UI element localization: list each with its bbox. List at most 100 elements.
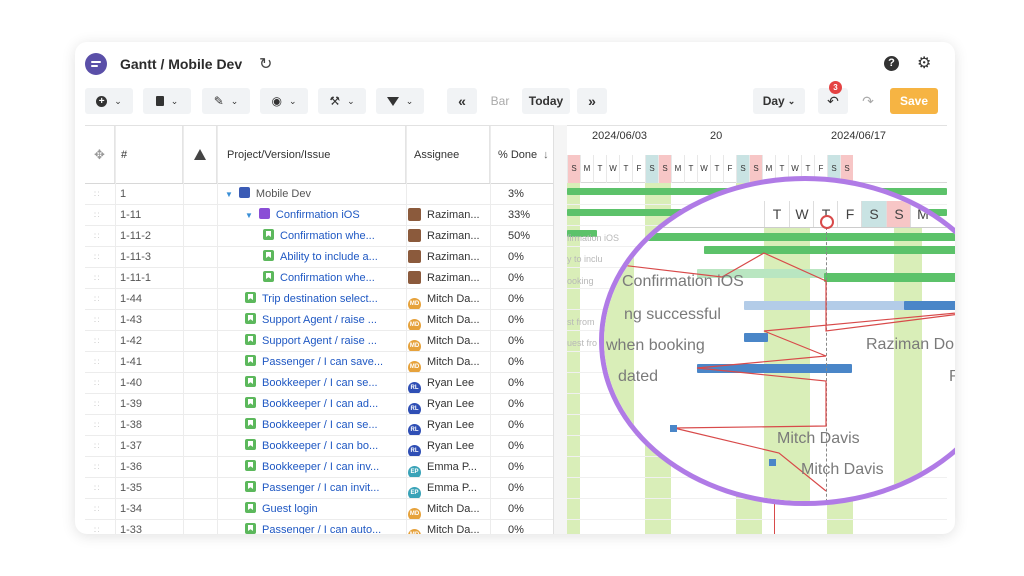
issue-cell[interactable]: Bookkeeper / I can se... — [245, 415, 405, 435]
issue-cell[interactable]: Passenger / I can auto... — [245, 520, 405, 534]
assignee-cell: RL Ryan Lee — [408, 436, 474, 456]
drag-handle-icon[interactable]: ∷ — [94, 499, 99, 519]
issue-cell[interactable]: ▼ Confirmation iOS — [245, 205, 405, 225]
move-column-header[interactable]: ✥ — [85, 126, 115, 183]
prev-button[interactable]: « — [447, 88, 477, 114]
story-icon — [245, 439, 256, 450]
help-icon[interactable]: ? — [884, 56, 899, 71]
drag-handle-icon[interactable]: ∷ — [94, 373, 99, 393]
day-header: T — [684, 155, 697, 183]
row-number: 1-11-3 — [120, 251, 151, 263]
avatar: MD — [408, 361, 421, 372]
issue-cell[interactable]: Passenger / I can invit... — [245, 478, 405, 498]
expand-caret-icon[interactable]: ▼ — [225, 185, 233, 204]
table-row[interactable]: ∷ 1-37 Bookkeeper / I can bo... RL Ryan Lee 0… — [85, 436, 553, 457]
save-button[interactable]: Save — [890, 88, 938, 114]
issue-cell[interactable]: Confirmation whe... — [263, 268, 405, 288]
issue-cell[interactable]: ▼ Mobile Dev — [225, 184, 405, 204]
assignee-cell: MD Mitch Da... — [408, 310, 480, 330]
filter-button[interactable]: ⌄ — [376, 88, 424, 114]
drag-handle-icon[interactable]: ∷ — [94, 268, 99, 288]
drag-handle-icon[interactable]: ∷ — [94, 478, 99, 498]
drag-handle-icon[interactable]: ∷ — [94, 184, 99, 204]
add-button[interactable]: + ⌄ — [85, 88, 133, 114]
redo-button[interactable]: ↷ — [855, 88, 881, 114]
drag-handle-icon[interactable]: ∷ — [94, 457, 99, 477]
issue-title: Bookkeeper / I can se... — [262, 377, 378, 389]
table-row[interactable]: ∷ 1-39 Bookkeeper / I can ad... RL Ryan Lee 0… — [85, 394, 553, 415]
percent-column-header[interactable]: % Done ↓ — [490, 126, 553, 183]
percent-done: 0% — [508, 356, 524, 368]
table-row[interactable]: ∷ 1-42 Support Agent / raise ... MD Mitch Da… — [85, 331, 553, 352]
drag-handle-icon[interactable]: ∷ — [94, 310, 99, 330]
table-row[interactable]: ∷ 1-44 Trip destination select... MD Mitch D… — [85, 289, 553, 310]
assignee-name: Ryan Lee — [427, 440, 475, 452]
edit-button[interactable]: ✎ ⌄ — [202, 88, 250, 114]
delete-button[interactable]: ⌄ — [143, 88, 191, 114]
scale-select[interactable]: Day ⌄ — [753, 88, 805, 114]
num-column-header[interactable]: # — [115, 126, 183, 183]
expand-caret-icon[interactable]: ▼ — [245, 206, 253, 225]
table-row[interactable]: ∷ 1-41 Passenger / I can save... MD Mitch Da… — [85, 352, 553, 373]
assignee-name: Raziman... — [427, 272, 480, 284]
refresh-icon[interactable]: ↻ — [259, 54, 272, 74]
view-button[interactable]: ◉ ⌄ — [260, 88, 308, 114]
table-row[interactable]: ∷ 1-43 Support Agent / raise ... MD Mitch Da… — [85, 310, 553, 331]
issue-cell[interactable]: Passenger / I can save... — [245, 352, 405, 372]
issue-cell[interactable]: Bookkeeper / I can ad... — [245, 394, 405, 414]
table-row[interactable]: ∷ 1 ▼ Mobile Dev 3% — [85, 184, 553, 205]
table-row[interactable]: ∷ 1-11-3 Ability to include a... Raziman...… — [85, 247, 553, 268]
drag-handle-icon[interactable]: ∷ — [94, 436, 99, 456]
redo-icon: ↷ — [862, 92, 874, 109]
drag-handle-icon[interactable]: ∷ — [94, 247, 99, 267]
table-row[interactable]: ∷ 1-40 Bookkeeper / I can se... RL Ryan Lee 0… — [85, 373, 553, 394]
drag-handle-icon[interactable]: ∷ — [94, 289, 99, 309]
issue-cell[interactable]: Bookkeeper / I can bo... — [245, 436, 405, 456]
gear-icon[interactable]: ⚙ — [917, 53, 931, 73]
issue-cell[interactable]: Bookkeeper / I can se... — [245, 373, 405, 393]
issue-cell[interactable]: Bookkeeper / I can inv... — [245, 457, 405, 477]
issue-cell[interactable]: Trip destination select... — [245, 289, 405, 309]
drag-handle-icon[interactable]: ∷ — [94, 415, 99, 435]
percent-done: 0% — [508, 461, 524, 473]
drag-handle-icon[interactable]: ∷ — [94, 352, 99, 372]
row-number: 1-38 — [120, 419, 143, 431]
drag-handle-icon[interactable]: ∷ — [94, 205, 99, 225]
story-icon — [245, 334, 256, 345]
row-number: 1-41 — [120, 356, 143, 368]
issue-title: Confirmation whe... — [280, 230, 375, 242]
issue-cell[interactable]: Confirmation whe... — [263, 226, 405, 246]
table-row[interactable]: ∷ 1-11 ▼ Confirmation iOS Raziman... 33% — [85, 205, 553, 226]
issue-cell[interactable]: Ability to include a... — [263, 247, 405, 267]
table-row[interactable]: ∷ 1-11-2 Confirmation whe... Raziman... 50% — [85, 226, 553, 247]
warning-column-header[interactable] — [183, 126, 217, 183]
table-row[interactable]: ∷ 1-11-1 Confirmation whe... Raziman... 0% — [85, 268, 553, 289]
percent-done: 0% — [508, 293, 524, 305]
bar-button[interactable]: Bar — [483, 88, 517, 114]
next-button[interactable]: » — [577, 88, 607, 114]
issue-cell[interactable]: Support Agent / raise ... — [245, 331, 405, 351]
drag-handle-icon[interactable]: ∷ — [94, 520, 99, 534]
drag-handle-icon[interactable]: ∷ — [94, 394, 99, 414]
zoom-label: dated — [618, 368, 659, 385]
grid-scrollbar[interactable] — [553, 125, 567, 534]
zoom-label: ng successful — [624, 306, 721, 323]
issue-cell[interactable]: Support Agent / raise ... — [245, 310, 405, 330]
drag-handle-icon[interactable]: ∷ — [94, 331, 99, 351]
table-row[interactable]: ∷ 1-35 Passenger / I can invit... EP Emma P.… — [85, 478, 553, 499]
tools-button[interactable]: ⚒ ⌄ — [318, 88, 366, 114]
table-row[interactable]: ∷ 1-34 Guest login MD Mitch Da... 0% — [85, 499, 553, 520]
issue-title: Mobile Dev — [255, 188, 311, 200]
drag-handle-icon[interactable]: ∷ — [94, 226, 99, 246]
undo-button[interactable]: ↶ 3 — [818, 81, 848, 114]
table-row[interactable]: ∷ 1-36 Bookkeeper / I can inv... EP Emma P..… — [85, 457, 553, 478]
project-column-header[interactable]: Project/Version/Issue — [217, 126, 406, 183]
table-row[interactable]: ∷ 1-38 Bookkeeper / I can se... RL Ryan Lee 0… — [85, 415, 553, 436]
table-row[interactable]: ∷ 1-33 Passenger / I can auto... MD Mitch Da… — [85, 520, 553, 534]
issue-cell[interactable]: Guest login — [245, 499, 405, 519]
chevron-down-icon: ⌄ — [347, 95, 355, 106]
percent-done: 0% — [508, 251, 524, 263]
today-button[interactable]: Today — [522, 88, 570, 114]
percent-done: 0% — [508, 335, 524, 347]
assignee-column-header[interactable]: Assignee — [406, 126, 490, 183]
